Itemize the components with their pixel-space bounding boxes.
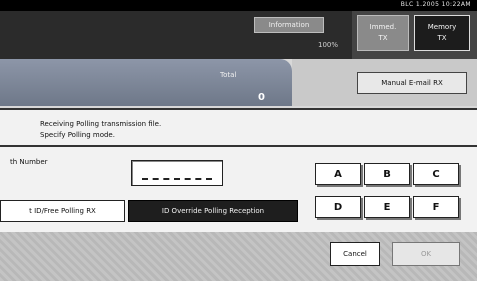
memory-tx-label-1: Memory bbox=[427, 23, 457, 31]
information-button[interactable]: Information bbox=[254, 17, 324, 33]
input-placeholder-dashes bbox=[142, 178, 212, 180]
total-panel bbox=[0, 59, 292, 106]
key-c[interactable]: C bbox=[413, 163, 459, 185]
dialog-message-line2: Specify Polling mode. bbox=[40, 131, 115, 139]
immed-tx-label-1: Immed. bbox=[369, 23, 397, 31]
memory-tx-label-2: TX bbox=[437, 34, 447, 42]
immed-tx-label-2: TX bbox=[378, 34, 388, 42]
number-input[interactable] bbox=[131, 160, 223, 186]
cancel-button[interactable]: Cancel bbox=[330, 242, 380, 266]
manual-email-rx-button[interactable]: Manual E-mail RX bbox=[357, 72, 467, 94]
dialog-divider bbox=[0, 145, 477, 147]
status-text: BLC 1.2005 10:22AM bbox=[400, 1, 471, 8]
id-override-polling-reception-button[interactable]: ID Override Polling Reception bbox=[128, 200, 298, 222]
key-d[interactable]: D bbox=[315, 196, 361, 218]
number-field-label: th Number bbox=[10, 158, 48, 166]
status-bar: BLC 1.2005 10:22AM bbox=[0, 0, 477, 11]
key-e[interactable]: E bbox=[364, 196, 410, 218]
key-a[interactable]: A bbox=[315, 163, 361, 185]
immed-tx-button[interactable]: Immed. TX bbox=[357, 15, 409, 51]
total-label: Total bbox=[220, 71, 237, 79]
memory-tx-button[interactable]: Memory TX bbox=[414, 15, 470, 51]
memory-percent: 100% bbox=[318, 41, 339, 49]
total-value: 0 bbox=[258, 92, 265, 103]
ok-button[interactable]: OK bbox=[392, 242, 460, 266]
key-f[interactable]: F bbox=[413, 196, 459, 218]
fax-screen: BLC 1.2005 10:22AM Information 100% Imme… bbox=[0, 0, 477, 281]
key-b[interactable]: B bbox=[364, 163, 410, 185]
dialog-message-line1: Receiving Polling transmission file. bbox=[40, 120, 162, 128]
id-free-polling-rx-button[interactable]: t ID/Free Polling RX bbox=[0, 200, 125, 222]
